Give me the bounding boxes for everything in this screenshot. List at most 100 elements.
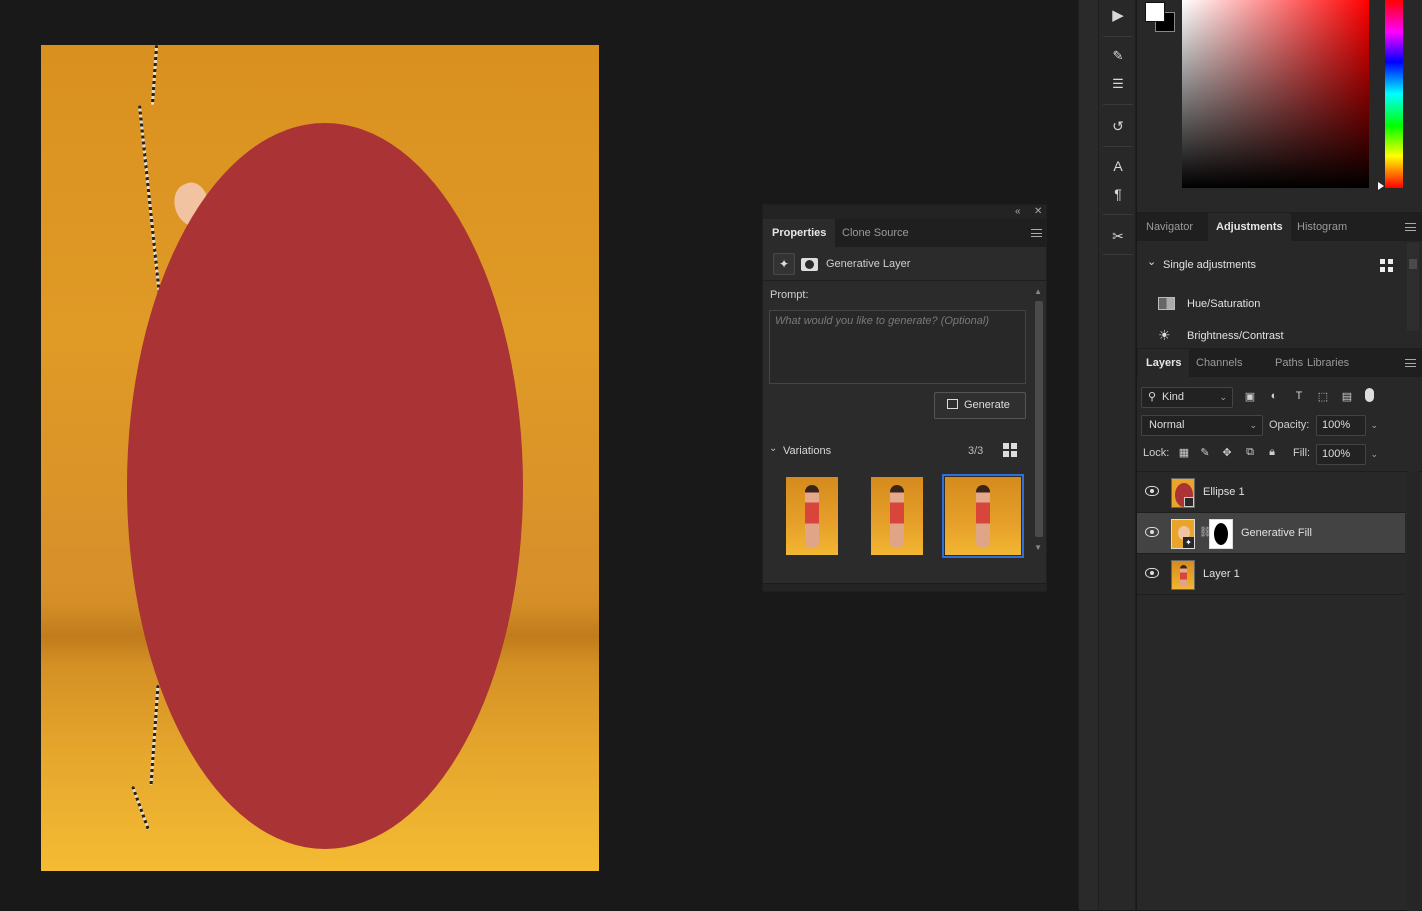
layers-panel: Layers Channels Paths Libraries ⚲ Kind ⌄… (1137, 348, 1422, 911)
fill-input[interactable]: 100% ⌄ (1316, 444, 1378, 465)
blend-mode-value: Normal (1149, 419, 1185, 431)
divider (1103, 104, 1133, 105)
adjustment-filter-icon[interactable]: ◐ (1267, 390, 1281, 402)
visibility-eye-icon[interactable] (1145, 527, 1159, 537)
play-icon[interactable]: ▶ (1105, 4, 1131, 28)
brush-settings-icon[interactable]: ✎ (1105, 44, 1131, 68)
visibility-eye-icon[interactable] (1145, 486, 1159, 496)
generate-label: Generate (964, 399, 1010, 411)
chevron-down-icon: ⌄ (769, 443, 778, 454)
figure-image (805, 485, 819, 547)
rope-top (150, 45, 159, 106)
hue-saturation-label: Hue/Saturation (1187, 298, 1261, 310)
tab-properties[interactable]: Properties (763, 219, 836, 247)
adjustments-scrollbar[interactable] (1407, 243, 1419, 331)
tab-clone-source[interactable]: Clone Source (833, 219, 918, 247)
layer-kind-row: ✦ Generative Layer (763, 247, 1046, 281)
opacity-label: Opacity: (1269, 419, 1310, 431)
panel-menu-icon[interactable] (1405, 223, 1416, 231)
lock-artboard-icon[interactable]: ⧉ (1243, 446, 1257, 459)
layer-row-generative-fill[interactable]: ✦ ⛓ Generative Fill (1137, 513, 1405, 554)
generate-button[interactable]: Generate (934, 392, 1026, 419)
layers-tabs: Layers Channels Paths Libraries (1137, 349, 1422, 377)
visibility-eye-icon[interactable] (1145, 568, 1159, 578)
tab-channels[interactable]: Channels (1188, 349, 1250, 377)
hue-slider[interactable] (1385, 0, 1403, 188)
rope-bottom (149, 685, 160, 785)
document-canvas[interactable] (41, 45, 599, 871)
variation-thumbnail-3[interactable] (942, 474, 1024, 558)
image-layer-thumbnail (1171, 560, 1195, 590)
layers-list: Ellipse 1 ✦ ⛓ Generative Fill Layer 1 (1137, 471, 1422, 595)
adjust-sliders-icon[interactable]: ☰ (1105, 72, 1131, 96)
paragraph-icon[interactable]: ¶ (1105, 182, 1131, 206)
hue-marker-icon[interactable] (1378, 182, 1384, 190)
divider (1103, 36, 1133, 37)
foreground-background-swatches[interactable] (1145, 2, 1175, 32)
lock-pixels-icon[interactable]: ✎ (1198, 446, 1212, 459)
foreground-color-swatch[interactable] (1145, 2, 1165, 22)
lock-transparency-icon[interactable]: ▦ (1177, 446, 1191, 459)
close-icon[interactable]: ✕ (1034, 205, 1042, 219)
scroll-down-icon[interactable]: ▼ (1034, 543, 1042, 552)
ellipse-shape[interactable] (127, 123, 523, 849)
tab-layers[interactable]: Layers (1138, 349, 1190, 377)
adjustments-scroll-thumb[interactable] (1409, 259, 1417, 269)
adjustment-item-hue-saturation[interactable]: Hue/Saturation (1155, 295, 1395, 313)
layer-filter-select[interactable]: ⚲ Kind ⌄ (1141, 387, 1233, 408)
image-filter-icon[interactable]: ▣ (1243, 390, 1257, 403)
generative-layer-icon: ✦ (773, 253, 795, 275)
blend-mode-select[interactable]: Normal ⌄ (1141, 415, 1263, 436)
saturation-brightness-field[interactable] (1182, 0, 1369, 188)
search-icon: ⚲ (1148, 391, 1157, 403)
lock-position-icon[interactable]: ✥ (1220, 446, 1234, 459)
panel-resize-handle[interactable] (763, 583, 1046, 591)
layer-mask-thumbnail[interactable] (1209, 519, 1233, 549)
shape-filter-icon[interactable]: ⬚ (1316, 390, 1330, 403)
properties-scroll-thumb[interactable] (1035, 301, 1043, 537)
chevron-down-icon: ⌄ (1370, 420, 1378, 430)
variations-count: 3/3 (968, 445, 984, 457)
lock-all-icon[interactable]: 🔒︎ (1265, 446, 1279, 459)
collapse-icon[interactable]: « (1015, 205, 1021, 219)
panel-menu-icon[interactable] (1405, 359, 1416, 367)
adjustment-item-brightness-contrast[interactable]: ☀ Brightness/Contrast (1155, 327, 1395, 345)
divider (1103, 214, 1133, 215)
chevron-down-icon: ⌄ (1219, 392, 1227, 402)
adjustments-tabs: Navigator Adjustments Histogram (1137, 213, 1422, 241)
tab-adjustments[interactable]: Adjustments (1208, 213, 1291, 241)
brightness-contrast-label: Brightness/Contrast (1187, 330, 1284, 342)
smart-object-filter-icon[interactable]: ▤ (1340, 390, 1354, 403)
chevron-down-icon: ⌄ (1249, 420, 1257, 430)
chevron-down-icon: ⌄ (1370, 449, 1378, 459)
variation-thumbnail-1[interactable] (786, 477, 838, 555)
tools-icon[interactable]: ✂ (1105, 224, 1131, 248)
filter-toggle-icon[interactable] (1365, 388, 1374, 402)
tab-histogram[interactable]: Histogram (1289, 213, 1355, 241)
prompt-input[interactable] (769, 310, 1026, 384)
tab-libraries[interactable]: Libraries (1299, 349, 1357, 377)
chevron-down-icon: ⌄ (1147, 256, 1157, 268)
layer-row-layer-1[interactable]: Layer 1 (1137, 554, 1405, 595)
layers-scrollbar[interactable] (1407, 471, 1419, 911)
prompt-label: Prompt: (770, 289, 809, 301)
type-filter-icon[interactable]: T (1292, 390, 1306, 402)
single-adjustments-toggle[interactable]: ⌄ Single adjustments (1147, 256, 1347, 273)
variation-thumbnail-2[interactable] (871, 477, 923, 555)
layer-row-ellipse-1[interactable]: Ellipse 1 (1137, 472, 1405, 513)
adjustments-panel: Navigator Adjustments Histogram ⌄ Single… (1137, 212, 1422, 348)
grid-view-icon[interactable] (1003, 443, 1017, 457)
character-icon[interactable]: A (1105, 154, 1131, 178)
opacity-input[interactable]: 100% ⌄ (1316, 415, 1378, 436)
layer-name[interactable]: Generative Fill (1241, 527, 1312, 539)
history-icon[interactable]: ↺ (1105, 114, 1131, 138)
variations-toggle[interactable]: ⌄ Variations (769, 443, 889, 459)
panel-menu-icon[interactable] (1031, 229, 1042, 237)
panel-titlebar[interactable]: « ✕ (763, 205, 1046, 219)
generate-icon (947, 399, 958, 409)
tab-navigator[interactable]: Navigator (1138, 213, 1201, 241)
layer-name[interactable]: Layer 1 (1203, 568, 1240, 580)
layer-name[interactable]: Ellipse 1 (1203, 486, 1245, 498)
scroll-up-icon[interactable]: ▲ (1034, 287, 1042, 296)
grid-view-icon[interactable] (1380, 259, 1393, 272)
